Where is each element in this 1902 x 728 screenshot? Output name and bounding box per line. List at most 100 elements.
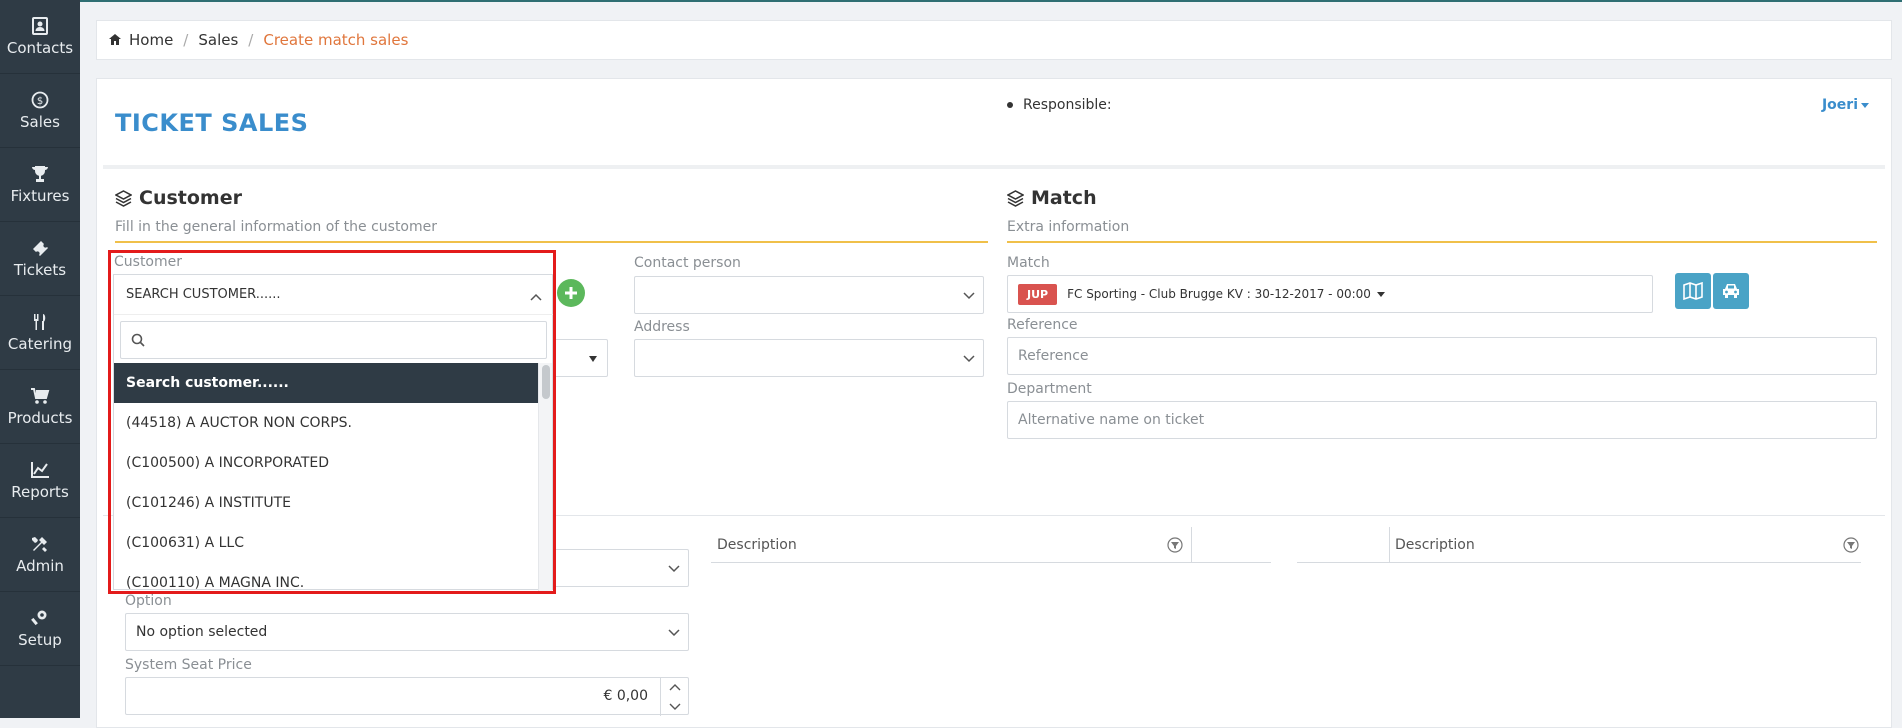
sidebar-item-catering[interactable]: Catering — [0, 296, 80, 370]
column-divider — [1191, 527, 1192, 563]
add-customer-button[interactable] — [557, 279, 585, 307]
user-name: Joeri — [1821, 97, 1858, 113]
sidebar-item-label: Tickets — [13, 260, 67, 279]
breadcrumb-home[interactable]: Home — [129, 31, 173, 49]
customer-search-input[interactable] — [153, 331, 533, 349]
sidebar-item-setup[interactable]: Setup — [0, 592, 80, 666]
description-column-1: Description — [717, 536, 797, 553]
price-stepper[interactable] — [660, 678, 688, 716]
sidebar-item-tickets[interactable]: Tickets — [0, 222, 80, 296]
cart-icon — [30, 387, 50, 405]
customer-search-box[interactable] — [120, 321, 547, 359]
sidebar-item-label: Reports — [11, 482, 69, 501]
address-label: Address — [634, 319, 690, 335]
description-table-header-2: Description — [1297, 527, 1861, 563]
customer-options-list: Search customer...... (44518) A AUCTOR N… — [114, 363, 538, 591]
ticket-icon — [30, 239, 50, 257]
sidebar-item-label: Catering — [7, 334, 73, 353]
sidebar-item-contacts[interactable]: Contacts — [0, 0, 80, 74]
match-select[interactable]: JUP FC Sporting - Club Brugge KV : 30-12… — [1007, 275, 1653, 313]
contact-person-select[interactable] — [634, 276, 984, 314]
reference-input[interactable]: Reference — [1007, 337, 1877, 375]
list-item[interactable]: (44518) A AUCTOR NON CORPS. — [114, 403, 538, 443]
description-table-header-1: Description — [711, 527, 1271, 563]
match-heading: Match — [1007, 187, 1097, 209]
breadcrumb-separator: / — [183, 31, 189, 49]
option-value: No option selected — [136, 624, 268, 640]
match-section-line — [1007, 241, 1877, 243]
breadcrumb: Home / Sales / Create match sales — [96, 20, 1892, 60]
list-item[interactable]: (C101246) A INSTITUTE — [114, 483, 538, 523]
match-badge: JUP — [1018, 283, 1058, 305]
stepper-arrows-icon — [669, 684, 681, 710]
filter-icon[interactable] — [1843, 537, 1859, 553]
trophy-icon — [30, 165, 50, 183]
breadcrumb-sales[interactable]: Sales — [198, 31, 238, 49]
caret-down-icon — [589, 356, 597, 362]
reference-label: Reference — [1007, 317, 1078, 333]
sidebar-item-label: Products — [7, 408, 73, 427]
top-accent-line — [0, 0, 1902, 2]
address-select[interactable] — [634, 339, 984, 377]
caret-down-icon — [1376, 291, 1385, 297]
car-button[interactable] — [1713, 273, 1749, 309]
sidebar-item-label: Fixtures — [10, 186, 70, 205]
plus-icon — [565, 287, 577, 299]
sidebar-item-reports[interactable]: Reports — [0, 444, 80, 518]
chevron-down-icon — [668, 625, 680, 637]
department-placeholder: Alternative name on ticket — [1018, 412, 1205, 428]
filter-icon[interactable] — [1167, 537, 1183, 553]
responsible-label: Responsible: — [1007, 97, 1112, 113]
customer-section-line — [115, 241, 988, 243]
seat-price-label: System Seat Price — [125, 657, 252, 673]
description-column-2: Description — [1395, 536, 1475, 553]
page-title: TICKET SALES — [115, 109, 309, 137]
caret-down-icon — [1861, 102, 1869, 108]
sidebar: Contacts $ Sales Fixtures Tickets Cateri… — [0, 0, 80, 718]
home-icon — [109, 31, 121, 49]
user-menu[interactable]: Joeri — [1822, 97, 1869, 113]
chart-icon — [30, 461, 50, 479]
customer-heading-text: Customer — [139, 187, 242, 209]
search-icon — [131, 333, 145, 347]
sidebar-item-fixtures[interactable]: Fixtures — [0, 148, 80, 222]
dropdown-scrollbar[interactable] — [538, 363, 552, 591]
option-select[interactable]: No option selected — [125, 613, 689, 651]
department-input[interactable]: Alternative name on ticket — [1007, 401, 1877, 439]
responsible-text: Responsible: — [1023, 97, 1112, 113]
map-button[interactable] — [1675, 273, 1711, 309]
customer-heading: Customer — [115, 187, 242, 209]
seat-price-value: € 0,00 — [603, 688, 648, 704]
sidebar-item-admin[interactable]: Admin — [0, 518, 80, 592]
chevron-down-icon — [963, 288, 975, 300]
match-subtitle: Extra information — [1007, 219, 1130, 235]
customer-label: Customer — [114, 254, 183, 270]
tools-icon — [30, 535, 50, 553]
scrollbar-thumb[interactable] — [542, 365, 550, 399]
contact-person-label: Contact person — [634, 255, 741, 271]
match-heading-text: Match — [1031, 187, 1097, 209]
sidebar-item-label: Sales — [20, 112, 60, 131]
department-label: Department — [1007, 381, 1092, 397]
sidebar-item-label: Admin — [16, 556, 64, 575]
column-divider — [1389, 527, 1390, 563]
seat-price-input[interactable]: € 0,00 — [125, 677, 689, 716]
breadcrumb-current: Create match sales — [263, 31, 409, 49]
sidebar-item-sales[interactable]: $ Sales — [0, 74, 80, 148]
sidebar-item-products[interactable]: Products — [0, 370, 80, 444]
dollar-icon: $ — [30, 91, 50, 109]
chevron-down-icon — [963, 351, 975, 363]
customer-dropdown: SEARCH CUSTOMER...... Search customer...… — [113, 274, 554, 591]
customer-select-trigger[interactable]: SEARCH CUSTOMER...... — [114, 275, 554, 315]
list-item[interactable]: (C100631) A LLC — [114, 523, 538, 563]
list-item[interactable]: (C100500) A INCORPORATED — [114, 443, 538, 483]
customer-select-value: SEARCH CUSTOMER...... — [126, 287, 281, 302]
map-icon — [1683, 282, 1703, 300]
customer-subtitle: Fill in the general information of the c… — [115, 219, 437, 235]
option-label: Option — [125, 593, 172, 609]
gear-icon — [30, 609, 50, 627]
list-item[interactable]: Search customer...... — [114, 363, 538, 403]
match-selected-text: FC Sporting - Club Brugge KV : 30-12-201… — [1067, 287, 1371, 301]
sidebar-item-label: Setup — [18, 630, 62, 649]
list-item[interactable]: (C100110) A MAGNA INC. — [114, 563, 538, 591]
